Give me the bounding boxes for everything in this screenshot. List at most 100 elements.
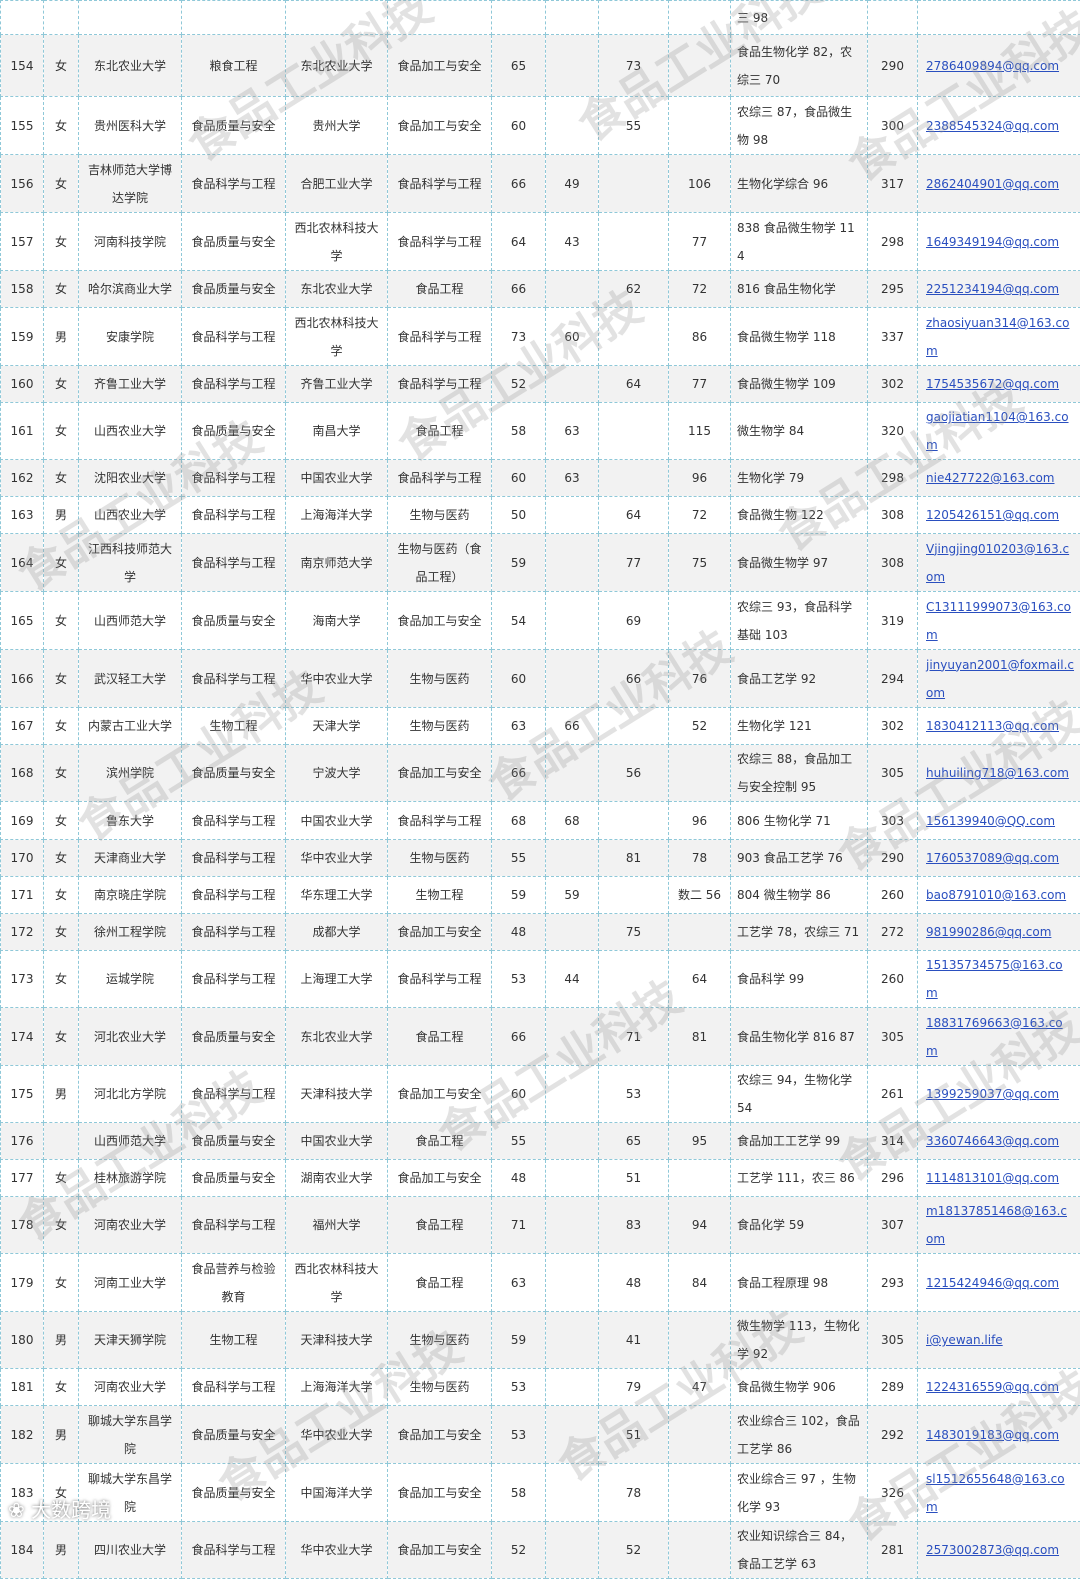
cell-target-major: 生物与医药	[388, 1312, 492, 1369]
cell-target-univ: 东北农业大学	[286, 35, 388, 97]
cell-ug-major: 食品科学与工程	[182, 840, 286, 877]
table-row: 156女吉林师范大学博达学院食品科学与工程合肥工业大学食品科学与工程664910…	[1, 155, 1080, 213]
cell-email[interactable]: zhaosiyuan314@163.com	[918, 308, 1080, 366]
cell-target-univ: 西北农林科技大学	[286, 1254, 388, 1312]
score-table: 三 98154女东北农业大学粮食工程东北农业大学食品加工与安全6573食品生物化…	[0, 0, 1080, 1579]
cell-no: 162	[1, 460, 44, 497]
cell-email[interactable]: 2251234194@qq.com	[918, 271, 1080, 308]
cell-email[interactable]: 1205426151@qq.com	[918, 497, 1080, 534]
email-link[interactable]: 1483019183@qq.com	[926, 1428, 1059, 1442]
cell-target-major: 生物工程	[388, 877, 492, 914]
cell-email[interactable]: 2786409894@qq.com	[918, 35, 1080, 97]
email-link[interactable]: sl1512655648@163.com	[926, 1472, 1065, 1514]
cell-email[interactable]: 981990286@qq.com	[918, 914, 1080, 951]
cell-email[interactable]: nie427722@163.com	[918, 460, 1080, 497]
email-link[interactable]: huhuiling718@163.com	[926, 766, 1069, 780]
cell-english: 43	[546, 213, 599, 271]
cell-email[interactable]: 1830412113@qq.com	[918, 708, 1080, 745]
cell-politics: 66	[492, 155, 546, 213]
cell-ug-major: 粮食工程	[182, 35, 286, 97]
cell-email[interactable]: m18137851468@163.com	[918, 1197, 1080, 1254]
email-link[interactable]: 1649349194@qq.com	[926, 235, 1059, 249]
cell-pro: 农业知识综合三 84，食品工艺学 63	[731, 1522, 868, 1579]
cell-email[interactable]: gaojiatian1104@163.com	[918, 403, 1080, 460]
cell-email[interactable]: 2388545324@qq.com	[918, 97, 1080, 155]
cell-email[interactable]: 15135734575@163.com	[918, 951, 1080, 1008]
cell-gender: 女	[44, 403, 79, 460]
cell-email[interactable]: 1483019183@qq.com	[918, 1406, 1080, 1464]
cell-email[interactable]: 156139940@QQ.com	[918, 802, 1080, 840]
cell-email[interactable]: 1224316559@qq.com	[918, 1369, 1080, 1406]
cell-undergrad: 滨州学院	[79, 745, 182, 802]
email-link[interactable]: gaojiatian1104@163.com	[926, 410, 1069, 452]
email-link[interactable]: i@yewan.life	[926, 1333, 1003, 1347]
email-link[interactable]: nie427722@163.com	[926, 471, 1054, 485]
email-link[interactable]: Vjingjing010203@163.com	[926, 542, 1069, 584]
email-link[interactable]: 1205426151@qq.com	[926, 508, 1059, 522]
cell-email[interactable]: huhuiling718@163.com	[918, 745, 1080, 802]
cell-email[interactable]: 2573002873@qq.com	[918, 1522, 1080, 1579]
cell-target-major: 食品科学与工程	[388, 802, 492, 840]
table-row: 184男四川农业大学食品科学与工程华中农业大学食品加工与安全5252农业知识综合…	[1, 1522, 1080, 1579]
table-row: 173女运城学院食品科学与工程上海理工大学食品科学与工程534464食品科学 9…	[1, 951, 1080, 1008]
cell-total: 305	[868, 1008, 918, 1066]
cell-math: 115	[669, 403, 731, 460]
email-link[interactable]: 3360746643@qq.com	[926, 1134, 1059, 1148]
email-link[interactable]: 2251234194@qq.com	[926, 282, 1059, 296]
email-link[interactable]: 1754535672@qq.com	[926, 377, 1059, 391]
cell-email[interactable]: 1754535672@qq.com	[918, 366, 1080, 403]
cell-english	[546, 1254, 599, 1312]
cell-email[interactable]: 18831769663@163.com	[918, 1008, 1080, 1066]
cell-gender: 女	[44, 271, 79, 308]
cell-math	[669, 914, 731, 951]
cell-email[interactable]: i@yewan.life	[918, 1312, 1080, 1369]
cell-email[interactable]: sl1512655648@163.com	[918, 1464, 1080, 1522]
cell-email[interactable]: bao8791010@163.com	[918, 877, 1080, 914]
cell-email[interactable]: 1649349194@qq.com	[918, 213, 1080, 271]
email-link[interactable]: C13111999073@163.com	[926, 600, 1071, 642]
cell-email[interactable]: 1114813101@qq.com	[918, 1160, 1080, 1197]
email-link[interactable]: 1215424946@qq.com	[926, 1276, 1059, 1290]
cell-email[interactable]: 3360746643@qq.com	[918, 1123, 1080, 1160]
cell-gender: 女	[44, 708, 79, 745]
email-link[interactable]: 18831769663@163.com	[926, 1016, 1063, 1058]
cell-no: 160	[1, 366, 44, 403]
cell-email[interactable]: 1399259037@qq.com	[918, 1066, 1080, 1123]
email-link[interactable]: 15135734575@163.com	[926, 958, 1063, 1000]
cell-email[interactable]: Vjingjing010203@163.com	[918, 534, 1080, 592]
cell-politics: 63	[492, 708, 546, 745]
email-link[interactable]: zhaosiyuan314@163.com	[926, 316, 1069, 358]
email-link[interactable]: 1114813101@qq.com	[926, 1171, 1059, 1185]
cell-politics: 59	[492, 534, 546, 592]
cell-email[interactable]: 2862404901@qq.com	[918, 155, 1080, 213]
email-link[interactable]: jinyuyan2001@foxmail.com	[926, 658, 1074, 700]
cell-math: 96	[669, 460, 731, 497]
table-row: 177女桂林旅游学院食品质量与安全湖南农业大学食品加工与安全4851工艺学 11…	[1, 1160, 1080, 1197]
email-link[interactable]: 1399259037@qq.com	[926, 1087, 1059, 1101]
cell-email[interactable]: 1760537089@qq.com	[918, 840, 1080, 877]
email-link[interactable]: 1760537089@qq.com	[926, 851, 1059, 865]
email-link[interactable]: 981990286@qq.com	[926, 925, 1051, 939]
cell-target-major: 食品工程	[388, 1123, 492, 1160]
email-link[interactable]: 2573002873@qq.com	[926, 1543, 1059, 1557]
email-link[interactable]: bao8791010@163.com	[926, 888, 1066, 902]
cell-politics: 65	[492, 35, 546, 97]
cell-email[interactable]: C13111999073@163.com	[918, 592, 1080, 650]
cell-email[interactable]: 1215424946@qq.com	[918, 1254, 1080, 1312]
cell-russian: 77	[599, 534, 669, 592]
email-link[interactable]: 2862404901@qq.com	[926, 177, 1059, 191]
cell-politics: 66	[492, 271, 546, 308]
email-link[interactable]: 156139940@QQ.com	[926, 814, 1055, 828]
cell-russian	[599, 951, 669, 1008]
email-link[interactable]: 2786409894@qq.com	[926, 59, 1059, 73]
cell-undergrad: 哈尔滨商业大学	[79, 271, 182, 308]
cell-pro: 农业综合三 102，食品工艺学 86	[731, 1406, 868, 1464]
email-link[interactable]: 1830412113@qq.com	[926, 719, 1059, 733]
cell-politics: 63	[492, 1254, 546, 1312]
cell-english	[546, 497, 599, 534]
cell-email[interactable]: jinyuyan2001@foxmail.com	[918, 650, 1080, 708]
email-link[interactable]: m18137851468@163.com	[926, 1204, 1067, 1246]
cell-gender: 男	[44, 497, 79, 534]
email-link[interactable]: 2388545324@qq.com	[926, 119, 1059, 133]
email-link[interactable]: 1224316559@qq.com	[926, 1380, 1059, 1394]
